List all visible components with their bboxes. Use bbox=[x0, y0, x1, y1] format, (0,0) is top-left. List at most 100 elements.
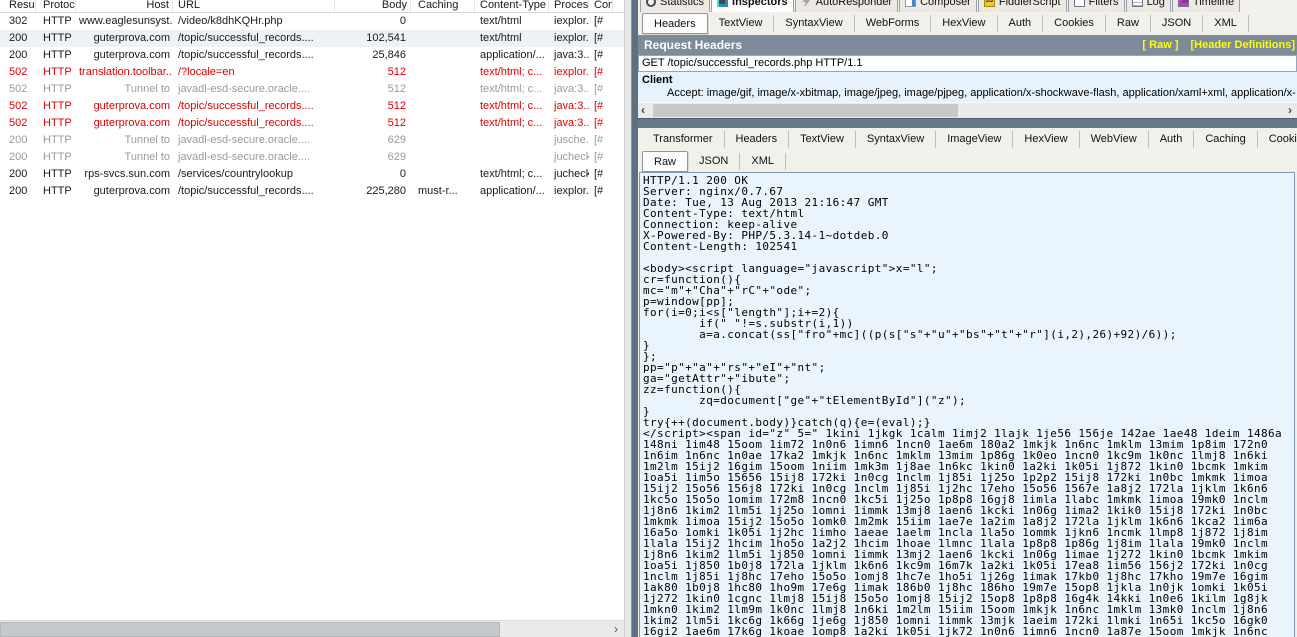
request-response-splitter[interactable] bbox=[638, 118, 1297, 128]
request-headers-hscrollbar[interactable]: ‹ › bbox=[638, 102, 1297, 118]
main-tab[interactable]: Inspectors bbox=[711, 0, 794, 12]
result-cell: 502 bbox=[0, 64, 36, 81]
main-tab[interactable]: AutoResponder bbox=[795, 0, 898, 12]
column-header[interactable]: Comments bbox=[589, 0, 613, 13]
panel-splitter[interactable] bbox=[631, 0, 638, 637]
client-section-node[interactable]: Client bbox=[638, 72, 1297, 87]
session-row[interactable]: 200 HTTP guterprova.com /topic/successfu… bbox=[0, 47, 624, 64]
column-header[interactable]: Result bbox=[0, 0, 36, 13]
column-header[interactable]: URL bbox=[173, 0, 335, 13]
column-header[interactable]: Caching bbox=[411, 0, 475, 13]
session-row[interactable]: 200 HTTP Tunnel to javadl-esd-secure.ora… bbox=[0, 132, 624, 149]
request-headers-title: Request Headers bbox=[644, 38, 742, 52]
scroll-right-arrow-icon[interactable]: › bbox=[614, 621, 618, 637]
session-row[interactable]: 502 HTTP guterprova.com /topic/successfu… bbox=[0, 115, 624, 132]
response-format-tab[interactable]: XML bbox=[740, 153, 786, 170]
main-tab[interactable]: Log bbox=[1126, 0, 1171, 12]
scroll-right-arrow-icon[interactable]: › bbox=[1288, 103, 1292, 118]
comments-cell: [# bbox=[589, 149, 613, 166]
response-raw-line: } bbox=[643, 340, 1294, 351]
column-header[interactable]: Protocol bbox=[36, 0, 76, 13]
response-raw-line: a=a.concat(ss["fro"+mc]((p(s["s"+"u"+"bs… bbox=[643, 329, 1294, 340]
request-inspector-tab[interactable]: Raw bbox=[1106, 15, 1151, 32]
session-row[interactable]: 200 HTTP guterprova.com /topic/successfu… bbox=[0, 183, 624, 200]
autoresponder-lightning-icon bbox=[801, 0, 812, 7]
response-format-tab[interactable]: JSON bbox=[688, 153, 740, 170]
raw-link[interactable]: [ Raw ] bbox=[1142, 39, 1178, 51]
response-raw-line: if("_"!=s.substr(i,1)) bbox=[643, 318, 1294, 329]
session-row[interactable]: 200 HTTP rps-svcs.sun.com /services/coun… bbox=[0, 166, 624, 183]
main-tab[interactable]: FiddlerScript bbox=[978, 0, 1067, 12]
response-raw-line: HTTP/1.1 200 OK bbox=[643, 175, 1294, 186]
session-row[interactable]: 200 HTTP Tunnel to javadl-esd-secure.ora… bbox=[0, 149, 624, 166]
session-row[interactable]: 502 HTTP guterprova.com /topic/successfu… bbox=[0, 98, 624, 115]
protocol-cell: HTTP bbox=[36, 115, 76, 132]
request-inspector-tab[interactable]: SyntaxView bbox=[774, 15, 854, 32]
response-raw-line: for(i=0;i<s["length"];i+=2){ bbox=[643, 307, 1294, 318]
protocol-cell: HTTP bbox=[36, 98, 76, 115]
request-inspector-tab[interactable]: Cookies bbox=[1043, 15, 1106, 32]
response-raw-view[interactable]: HTTP/1.1 200 OK Server: nginx/0.7.67 Dat… bbox=[639, 172, 1295, 637]
comments-cell: [# bbox=[589, 47, 613, 64]
request-inspector-tab[interactable]: HexView bbox=[931, 15, 997, 32]
accept-header-row[interactable]: Accept: image/gif, image/x-xbitmap, imag… bbox=[638, 87, 1297, 99]
session-row[interactable]: 502 HTTP translation.toolbar.... /?local… bbox=[0, 64, 624, 81]
request-inspector-tab[interactable]: Auth bbox=[998, 15, 1044, 32]
column-header[interactable]: Host bbox=[76, 0, 173, 13]
response-raw-line: 16a5o_1omki_1k05i_1j2hc_1imho_1aeae_1ael… bbox=[643, 527, 1294, 538]
response-raw-line: try{++(document.body)}catch(q){e=(eval);… bbox=[643, 417, 1294, 428]
request-inspector-tab[interactable]: XML bbox=[1203, 15, 1249, 32]
response-raw-line: 1j8n6_1kim2_1lm5i_1j25o_1omni_1immk_13mj… bbox=[643, 505, 1294, 516]
protocol-cell: HTTP bbox=[36, 13, 76, 30]
response-inspector-tab[interactable]: Caching bbox=[1194, 131, 1257, 148]
main-tab[interactable]: Statistics bbox=[640, 0, 710, 12]
response-inspector-tab[interactable]: Headers bbox=[725, 131, 790, 148]
main-tab[interactable]: Composer bbox=[899, 0, 977, 12]
request-inspector-tab[interactable]: TextView bbox=[708, 15, 775, 32]
caching-cell bbox=[411, 81, 475, 98]
column-header[interactable]: Body bbox=[335, 0, 411, 13]
body-size-cell: 0 bbox=[335, 166, 411, 183]
column-header[interactable]: Process bbox=[549, 0, 589, 13]
request-inspector-tab[interactable]: Headers bbox=[642, 13, 708, 34]
response-format-tab[interactable]: Raw bbox=[642, 151, 688, 172]
statistics-icon bbox=[646, 0, 656, 7]
hscrollbar-thumb[interactable] bbox=[653, 104, 958, 117]
response-raw-line: ga="getAttr"+"ibute"; bbox=[643, 373, 1294, 384]
request-inspector-tab[interactable]: JSON bbox=[1151, 15, 1203, 32]
response-inspector-tab[interactable]: SyntaxView bbox=[856, 131, 936, 148]
response-inspector-tab[interactable]: HexView bbox=[1013, 131, 1079, 148]
main-tab[interactable]: Filters bbox=[1068, 0, 1125, 12]
response-inspector-tab[interactable]: Auth bbox=[1149, 131, 1195, 148]
session-row[interactable]: 200 HTTP guterprova.com /topic/successfu… bbox=[0, 30, 624, 47]
main-tab-label: Filters bbox=[1089, 0, 1119, 8]
request-headers-tree: Client Accept: image/gif, image/x-xbitma… bbox=[638, 72, 1297, 102]
comments-cell: [# bbox=[589, 166, 613, 183]
scroll-left-arrow-icon[interactable]: ‹ bbox=[641, 103, 645, 118]
inspector-panel: Statistics Inspectors AutoResponder bbox=[638, 0, 1297, 637]
session-row[interactable]: 502 HTTP Tunnel to javadl-esd-secure.ora… bbox=[0, 81, 624, 98]
comments-cell: [# bbox=[589, 30, 613, 47]
response-inspector-tab[interactable]: ImageView bbox=[936, 131, 1013, 148]
response-inspector-tab[interactable]: TextView bbox=[789, 131, 856, 148]
url-cell: javadl-esd-secure.oracle.... bbox=[173, 132, 335, 149]
main-tab-label: FiddlerScript bbox=[999, 0, 1061, 8]
request-inspector-tab[interactable]: WebForms bbox=[855, 15, 932, 32]
process-cell: iexplor... bbox=[549, 183, 589, 200]
session-row[interactable]: 302 HTTP www.eaglesunsyst... /video/k8dh… bbox=[0, 13, 624, 30]
response-raw-line: 15ij2_15o56_156j8_172ki_1n0cg_1nclm_1j85… bbox=[643, 483, 1294, 494]
header-definitions-link[interactable]: [Header Definitions] bbox=[1190, 39, 1295, 51]
response-raw-line: zz=function(){ bbox=[643, 384, 1294, 395]
response-inspector-tab[interactable]: Transformer bbox=[642, 131, 725, 148]
main-tab[interactable]: Timeline bbox=[1172, 0, 1240, 12]
response-inspector-tab[interactable]: WebView bbox=[1080, 131, 1149, 148]
session-list-vscrollbar[interactable] bbox=[624, 0, 631, 637]
session-list-hscrollbar[interactable]: › bbox=[0, 620, 624, 637]
column-header[interactable]: Content-Type bbox=[475, 0, 549, 13]
hscrollbar-thumb[interactable] bbox=[0, 622, 500, 637]
response-raw-line: </script><span id="z" 5="_1kini_1jkgk_1c… bbox=[643, 428, 1294, 439]
response-inspector-tab[interactable]: Cookies bbox=[1258, 131, 1297, 148]
protocol-cell: HTTP bbox=[36, 149, 76, 166]
body-size-cell: 512 bbox=[335, 98, 411, 115]
protocol-cell: HTTP bbox=[36, 47, 76, 64]
